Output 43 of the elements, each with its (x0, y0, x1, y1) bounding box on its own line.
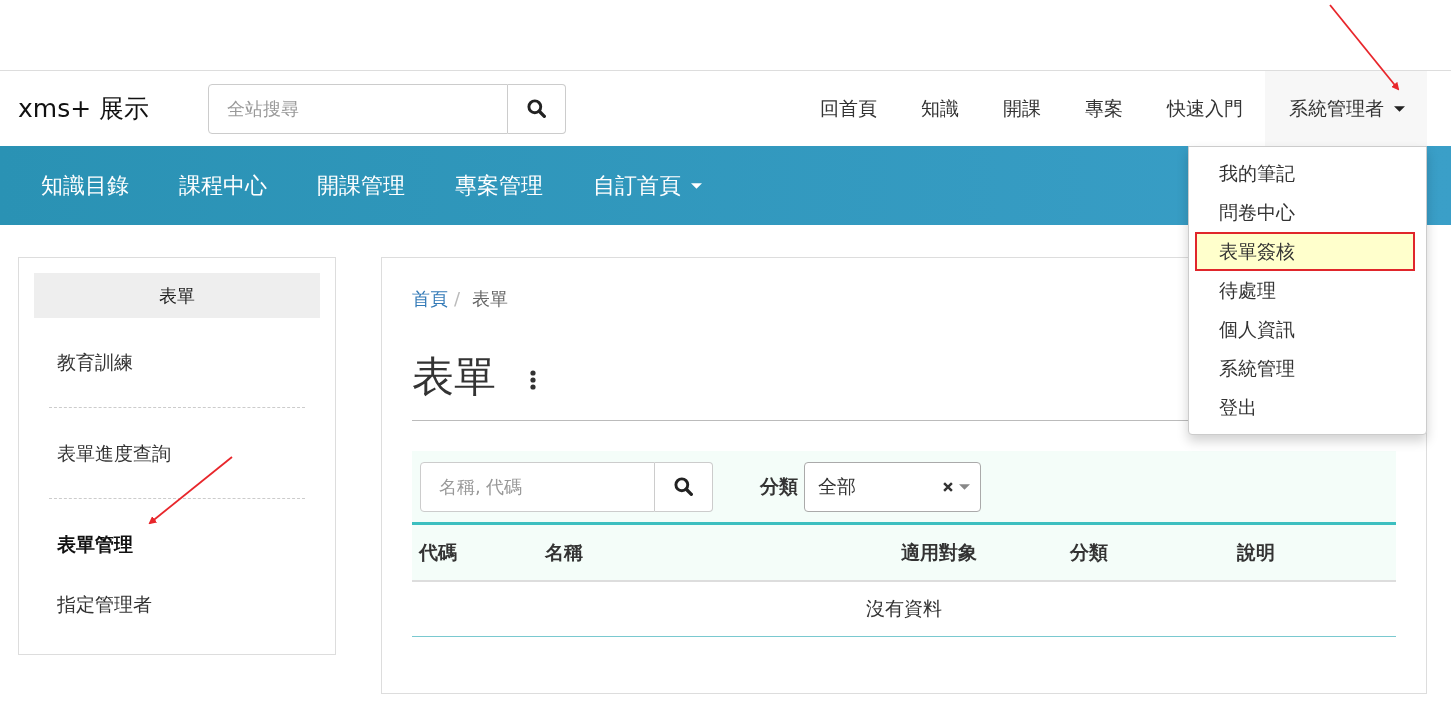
user-menu-toggle[interactable]: 系統管理者 (1265, 71, 1427, 146)
breadcrumb-link[interactable]: 首頁 (412, 286, 448, 312)
nav-link[interactable]: 快速入門 (1145, 71, 1265, 146)
menu-item[interactable]: 個人資訊 (1189, 310, 1426, 349)
sidebar-item[interactable]: 教育訓練 (34, 332, 156, 392)
nav-link[interactable]: 知識 (899, 71, 981, 146)
column-header: 適用對象 (900, 539, 977, 565)
menu-item[interactable]: 系統管理 (1189, 349, 1426, 388)
breadcrumb-separator: / (454, 287, 461, 311)
sidebar-item[interactable]: 表單進度查詢 (34, 423, 194, 483)
nav-link[interactable]: 專案 (1063, 71, 1145, 146)
column-header: 分類 (1069, 539, 1108, 565)
menu-item[interactable]: 待處理 (1189, 271, 1426, 310)
menu-item[interactable]: 問卷中心 (1189, 193, 1426, 232)
menu-item[interactable]: 登出 (1189, 388, 1426, 427)
sidebar-title: 表單 (34, 273, 320, 318)
category-select[interactable]: 全部 (804, 461, 981, 512)
filter-search-field[interactable]: 名稱, 代碼 (420, 461, 655, 512)
empty-message: 沒有資料 (866, 596, 942, 621)
search-icon (527, 99, 546, 118)
nav-link[interactable]: 知識目錄 (20, 170, 150, 201)
sidebar-item[interactable]: 指定管理者 (34, 574, 175, 634)
nav-link[interactable]: 開課 (981, 71, 1063, 146)
search-icon (674, 477, 693, 496)
more-options-icon[interactable] (530, 370, 536, 390)
caret-icon (959, 483, 970, 490)
breadcrumb-current: 表單 (472, 287, 509, 311)
column-header: 代碼 (417, 539, 457, 565)
search-field[interactable]: 全站搜尋 (208, 83, 508, 134)
search-button[interactable] (655, 461, 713, 512)
column-header: 名稱 (544, 539, 583, 565)
caret-icon (1394, 105, 1405, 112)
search-button[interactable] (508, 83, 566, 134)
page-title: 表單 (412, 351, 496, 403)
caret-icon (691, 182, 702, 189)
clear-icon (943, 481, 953, 492)
sidebar-item[interactable]: 表單管理 (34, 514, 156, 574)
menu-item[interactable]: 我的筆記 (1189, 154, 1426, 193)
site-logo[interactable]: xms+ 展示 (18, 92, 208, 125)
column-header: 說明 (1236, 539, 1275, 565)
nav-link[interactable]: 回首頁 (798, 71, 899, 146)
menu-item[interactable]: 表單簽核 (1195, 232, 1415, 271)
category-label: 分類 (760, 473, 798, 499)
